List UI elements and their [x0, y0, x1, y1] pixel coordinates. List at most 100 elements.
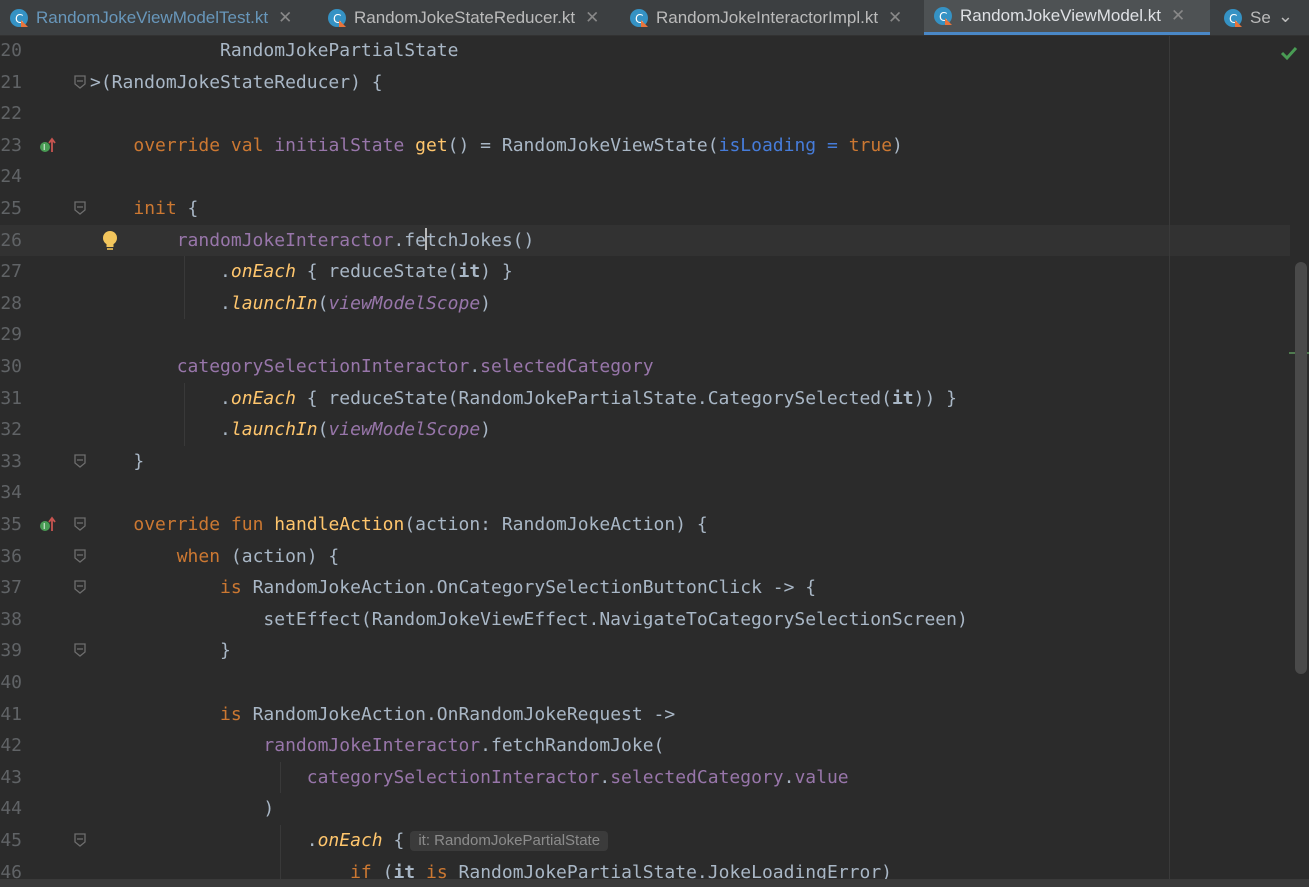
- fold-marker-icon[interactable]: [74, 643, 86, 658]
- line-number[interactable]: 39: [0, 635, 22, 667]
- tab-overflow-partial[interactable]: C Se: [1214, 0, 1274, 35]
- code-text[interactable]: .onEach { reduceState(it) }: [90, 256, 513, 288]
- line-number[interactable]: 35: [0, 509, 22, 541]
- code-line[interactable]: 43 categorySelectionInteractor.selectedC…: [0, 762, 1290, 794]
- line-number[interactable]: 37: [0, 572, 22, 604]
- code-text[interactable]: .onEach { reduceState(RandomJokePartialS…: [90, 383, 957, 415]
- code-text[interactable]: ): [90, 793, 274, 825]
- code-text[interactable]: is RandomJokeAction.OnRandomJokeRequest …: [90, 699, 675, 731]
- code-text[interactable]: if (it is RandomJokePartialState.JokeLoa…: [90, 857, 892, 879]
- code-line[interactable]: 34: [0, 477, 1290, 509]
- code-editor[interactable]: 20 RandomJokePartialState 21 >(RandomJokeS…: [0, 36, 1309, 879]
- code-text[interactable]: when (action) {: [90, 541, 340, 573]
- code-line[interactable]: 23 override val initialState get() = Ran…: [0, 130, 1290, 162]
- line-number[interactable]: 20: [0, 36, 22, 67]
- code-line[interactable]: 25 init {: [0, 193, 1290, 225]
- line-number[interactable]: 41: [0, 699, 22, 731]
- code-text[interactable]: >(RandomJokeStateReducer) {: [90, 67, 383, 99]
- fold-marker-icon[interactable]: [74, 833, 86, 847]
- line-number[interactable]: 44: [0, 793, 22, 825]
- line-number[interactable]: 40: [0, 667, 22, 699]
- line-number[interactable]: 26: [0, 225, 22, 257]
- vertical-scrollbar[interactable]: [1295, 262, 1307, 674]
- code-line[interactable]: 37 is RandomJokeAction.OnCategorySelecti…: [0, 572, 1290, 604]
- code-text[interactable]: override fun handleAction(action: Random…: [90, 509, 707, 541]
- code-line[interactable]: 35 override fun handleAction(action: Ran…: [0, 509, 1290, 541]
- code-line[interactable]: 21 >(RandomJokeStateReducer) {: [0, 67, 1290, 99]
- line-number[interactable]: 45: [0, 825, 22, 857]
- code-line[interactable]: 24: [0, 161, 1290, 193]
- fold-marker-icon[interactable]: [74, 548, 86, 563]
- code-line[interactable]: 26 randomJokeInteractor.fetchJokes(): [0, 224, 1290, 257]
- line-number[interactable]: 29: [0, 319, 22, 351]
- line-number[interactable]: 24: [0, 161, 22, 193]
- code-text[interactable]: .launchIn(viewModelScope): [90, 288, 491, 320]
- line-number[interactable]: 23: [0, 130, 22, 162]
- line-number[interactable]: 28: [0, 288, 22, 320]
- code-line[interactable]: 40: [0, 667, 1290, 699]
- code-text[interactable]: }: [90, 446, 144, 478]
- fold-marker-icon[interactable]: [74, 454, 86, 468]
- implements-override-icon[interactable]: I: [39, 137, 57, 155]
- line-number[interactable]: 30: [0, 351, 22, 383]
- code-line[interactable]: 22: [0, 98, 1290, 130]
- close-icon[interactable]: ✕: [1171, 6, 1185, 26]
- lightbulb-icon[interactable]: [100, 229, 120, 253]
- code-text[interactable]: setEffect(RandomJokeViewEffect.NavigateT…: [90, 604, 967, 636]
- line-number[interactable]: 32: [0, 414, 22, 446]
- code-text[interactable]: categorySelectionInteractor.selectedCate…: [90, 762, 849, 794]
- green-check-icon[interactable]: [1280, 44, 1298, 62]
- code-line[interactable]: 20 RandomJokePartialState: [0, 36, 1290, 67]
- code-line[interactable]: 42 randomJokeInteractor.fetchRandomJoke(: [0, 730, 1290, 762]
- code-text[interactable]: randomJokeInteractor.fetchJokes(): [90, 225, 534, 257]
- code-line[interactable]: 39 }: [0, 635, 1290, 667]
- code-line[interactable]: 30 categorySelectionInteractor.selectedC…: [0, 351, 1290, 383]
- fold-marker-icon[interactable]: [74, 517, 86, 531]
- line-number[interactable]: 38: [0, 604, 22, 636]
- chevron-down-icon[interactable]: ⌄: [1278, 6, 1293, 27]
- line-number[interactable]: 46: [0, 857, 22, 879]
- line-number[interactable]: 31: [0, 383, 22, 415]
- code-line[interactable]: 45 .onEach {it: RandomJokePartialState: [0, 825, 1290, 857]
- code-text[interactable]: .onEach {it: RandomJokePartialState: [90, 825, 609, 857]
- line-number[interactable]: 21: [0, 67, 22, 99]
- close-icon[interactable]: ✕: [585, 8, 599, 28]
- tab-randomjokeviewmodeltest[interactable]: C RandomJokeViewModelTest.kt ✕: [0, 0, 312, 35]
- code-line[interactable]: 38 setEffect(RandomJokeViewEffect.Naviga…: [0, 604, 1290, 636]
- code-line[interactable]: 41 is RandomJokeAction.OnRandomJokeReque…: [0, 699, 1290, 731]
- code-line[interactable]: 29: [0, 319, 1290, 351]
- line-number[interactable]: 43: [0, 762, 22, 794]
- tab-randomjokeinteractorimpl[interactable]: C RandomJokeInteractorImpl.kt ✕: [620, 0, 924, 35]
- code-line[interactable]: 44 ): [0, 793, 1290, 825]
- line-number[interactable]: 27: [0, 256, 22, 288]
- close-icon[interactable]: ✕: [888, 8, 902, 28]
- code-line[interactable]: 33 }: [0, 446, 1290, 478]
- tab-randomjokestatereducer[interactable]: C RandomJokeStateReducer.kt ✕: [318, 0, 618, 35]
- implements-override-icon[interactable]: I: [39, 516, 57, 534]
- fold-marker-icon[interactable]: [74, 201, 86, 215]
- code-line[interactable]: 28 .launchIn(viewModelScope): [0, 288, 1290, 320]
- code-line[interactable]: 31 .onEach { reduceState(RandomJokeParti…: [0, 383, 1290, 415]
- code-text[interactable]: init {: [90, 193, 198, 225]
- horizontal-scrollbar[interactable]: [0, 879, 1309, 887]
- code-text[interactable]: randomJokeInteractor.fetchRandomJoke(: [90, 730, 664, 762]
- code-line[interactable]: 32 .launchIn(viewModelScope): [0, 414, 1290, 446]
- code-text[interactable]: override val initialState get() = Random…: [90, 130, 903, 162]
- code-line[interactable]: 27 .onEach { reduceState(it) }: [0, 256, 1290, 288]
- code-text[interactable]: RandomJokePartialState: [90, 36, 458, 67]
- code-text[interactable]: }: [90, 635, 231, 667]
- line-number[interactable]: 22: [0, 98, 22, 130]
- code-text[interactable]: is RandomJokeAction.OnCategorySelectionB…: [90, 572, 816, 604]
- line-number[interactable]: 34: [0, 477, 22, 509]
- line-number[interactable]: 42: [0, 730, 22, 762]
- line-number[interactable]: 36: [0, 541, 22, 573]
- close-icon[interactable]: ✕: [278, 8, 292, 28]
- fold-marker-icon[interactable]: [74, 74, 86, 89]
- line-number[interactable]: 33: [0, 446, 22, 478]
- code-text[interactable]: .launchIn(viewModelScope): [90, 414, 491, 446]
- code-text[interactable]: categorySelectionInteractor.selectedCate…: [90, 351, 654, 383]
- tab-randomjokeviewmodel[interactable]: C RandomJokeViewModel.kt ✕: [924, 0, 1210, 35]
- fold-marker-icon[interactable]: [74, 580, 86, 595]
- code-line[interactable]: 46 if (it is RandomJokePartialState.Joke…: [0, 857, 1290, 879]
- code-line[interactable]: 36 when (action) {: [0, 541, 1290, 573]
